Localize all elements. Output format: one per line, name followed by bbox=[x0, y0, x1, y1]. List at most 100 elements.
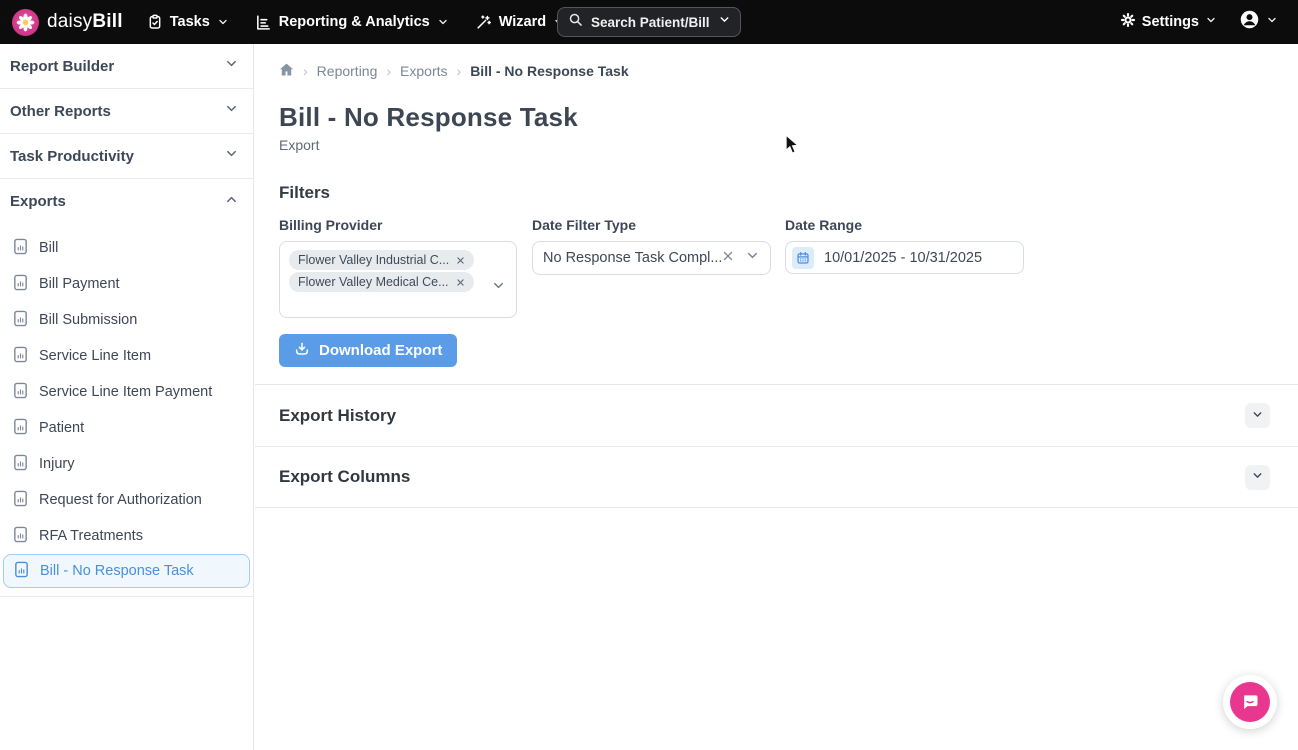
breadcrumb-current: Bill - No Response Task bbox=[470, 63, 628, 79]
remove-chip-icon[interactable] bbox=[456, 256, 465, 265]
section-label: Other Reports bbox=[10, 103, 111, 120]
sidebar-section-report-builder[interactable]: Report Builder bbox=[0, 44, 253, 89]
breadcrumb-separator: › bbox=[457, 63, 462, 79]
sidebar-item-label: Request for Authorization bbox=[39, 492, 202, 508]
home-icon[interactable] bbox=[279, 62, 294, 80]
document-chart-icon bbox=[13, 310, 28, 331]
nav-menu-wizard[interactable]: Wizard bbox=[475, 14, 565, 31]
sidebar-item-patient[interactable]: Patient bbox=[0, 410, 253, 446]
document-chart-icon bbox=[14, 561, 29, 582]
filters-row: Billing Provider Flower Valley Industria… bbox=[255, 203, 1298, 318]
sidebar-item-rfa-treatments[interactable]: RFA Treatments bbox=[0, 518, 253, 554]
section-label: Exports bbox=[10, 193, 66, 210]
sidebar-section-other-reports[interactable]: Other Reports bbox=[0, 89, 253, 134]
sidebar-section-exports[interactable]: Exports bbox=[0, 179, 253, 224]
sidebar-item-bill[interactable]: Bill bbox=[0, 230, 253, 266]
chevron-down-icon bbox=[718, 13, 731, 31]
gear-icon bbox=[1120, 12, 1136, 32]
export-columns-toggle-button[interactable] bbox=[1245, 465, 1270, 490]
settings-label: Settings bbox=[1142, 14, 1199, 30]
document-chart-icon bbox=[13, 490, 28, 511]
nav-menu-reporting-analytics[interactable]: Reporting & Analytics bbox=[255, 14, 449, 31]
sidebar-item-service-line-item-payment[interactable]: Service Line Item Payment bbox=[0, 374, 253, 410]
download-tray-icon bbox=[294, 341, 310, 361]
download-export-button[interactable]: Download Export bbox=[279, 334, 457, 367]
nav-menu-label: Wizard bbox=[499, 14, 546, 30]
remove-chip-icon[interactable] bbox=[456, 278, 465, 287]
sidebar-item-bill-no-response-task[interactable]: Bill - No Response Task bbox=[3, 554, 250, 588]
chip-label: Flower Valley Industrial C... bbox=[298, 253, 449, 267]
sidebar-item-service-line-item[interactable]: Service Line Item bbox=[0, 338, 253, 374]
billing-provider-multiselect[interactable]: Flower Valley Industrial C... Flower Val… bbox=[279, 241, 517, 318]
date-filter-type-value: No Response Task Compl... bbox=[543, 250, 722, 266]
page-subtitle: Export bbox=[255, 133, 1298, 153]
nav-menu-account[interactable] bbox=[1239, 9, 1278, 35]
chevron-down-icon bbox=[1251, 469, 1264, 485]
calendar-icon bbox=[792, 247, 814, 269]
sidebar-section-task-productivity[interactable]: Task Productivity bbox=[0, 134, 253, 179]
document-chart-icon bbox=[13, 454, 28, 475]
billing-provider-chip: Flower Valley Industrial C... bbox=[289, 250, 474, 270]
brand-name: daisyBill bbox=[47, 11, 123, 33]
chevron-up-icon bbox=[224, 192, 239, 212]
sidebar-item-bill-payment[interactable]: Bill Payment bbox=[0, 266, 253, 302]
chat-launcher-button[interactable] bbox=[1223, 675, 1277, 729]
sidebar-item-request-for-authorization[interactable]: Request for Authorization bbox=[0, 482, 253, 518]
filter-date-range: Date Range 10/01/2025 - 10/31/2025 bbox=[785, 217, 1023, 318]
global-search[interactable]: Search Patient/Bill bbox=[557, 7, 741, 37]
sidebar-item-label: Injury bbox=[39, 456, 74, 472]
sidebar-item-label: Bill Submission bbox=[39, 312, 137, 328]
document-chart-icon bbox=[13, 382, 28, 403]
filters-heading: Filters bbox=[255, 153, 1298, 203]
export-history-title: Export History bbox=[279, 406, 396, 426]
chat-bubble-icon bbox=[1230, 682, 1270, 722]
magic-wand-icon bbox=[475, 14, 492, 31]
search-icon bbox=[568, 12, 583, 32]
breadcrumb-separator: › bbox=[386, 63, 391, 79]
sidebar-item-label: Service Line Item bbox=[39, 348, 151, 364]
export-columns-section: Export Columns bbox=[255, 446, 1298, 508]
billing-provider-chip: Flower Valley Medical Ce... bbox=[289, 272, 474, 292]
filter-billing-provider: Billing Provider Flower Valley Industria… bbox=[279, 217, 517, 318]
breadcrumb-separator: › bbox=[303, 63, 308, 79]
breadcrumb-link-reporting[interactable]: Reporting bbox=[317, 63, 378, 79]
chevron-down-icon bbox=[1205, 14, 1217, 30]
brand-logo[interactable]: daisyBill bbox=[12, 9, 123, 36]
page-title: Bill - No Response Task bbox=[255, 80, 1298, 133]
breadcrumb-link-exports[interactable]: Exports bbox=[400, 63, 447, 79]
nav-menu-settings[interactable]: Settings bbox=[1120, 12, 1217, 32]
billing-provider-label: Billing Provider bbox=[279, 217, 517, 233]
document-chart-icon bbox=[13, 346, 28, 367]
main-content: › Reporting › Exports › Bill - No Respon… bbox=[255, 44, 1298, 750]
exports-list: Bill Bill Payment Bill Submission Servic… bbox=[0, 224, 253, 597]
section-label: Task Productivity bbox=[10, 148, 134, 165]
chevron-down-icon bbox=[1266, 13, 1278, 31]
nav-menu-label: Tasks bbox=[170, 14, 210, 30]
sidebar-item-injury[interactable]: Injury bbox=[0, 446, 253, 482]
sidebar-item-bill-submission[interactable]: Bill Submission bbox=[0, 302, 253, 338]
top-navbar: daisyBill Tasks bbox=[0, 0, 1298, 44]
export-history-toggle-button[interactable] bbox=[1245, 403, 1270, 428]
sidebar-item-label: Bill bbox=[39, 240, 58, 256]
sidebar-item-label: Bill - No Response Task bbox=[40, 563, 194, 579]
chevron-down-icon[interactable] bbox=[491, 278, 506, 298]
download-export-label: Download Export bbox=[319, 342, 442, 359]
app-window: daisyBill Tasks bbox=[0, 0, 1298, 750]
chevron-down-icon[interactable] bbox=[745, 248, 760, 268]
clear-selection-icon[interactable] bbox=[722, 249, 734, 267]
daisy-flower-icon bbox=[12, 9, 39, 36]
nav-menu-tasks[interactable]: Tasks bbox=[147, 14, 229, 30]
search-label: Search Patient/Bill bbox=[591, 15, 710, 30]
clipboard-check-icon bbox=[147, 14, 163, 30]
section-label: Report Builder bbox=[10, 58, 114, 75]
sidebar-item-label: Bill Payment bbox=[39, 276, 120, 292]
chevron-down-icon bbox=[437, 16, 449, 28]
document-chart-icon bbox=[13, 526, 28, 547]
chip-label: Flower Valley Medical Ce... bbox=[298, 275, 449, 289]
chevron-down-icon bbox=[224, 101, 239, 121]
nav-right-group: Settings bbox=[1120, 9, 1278, 35]
user-circle-icon bbox=[1239, 9, 1260, 35]
date-filter-type-select[interactable]: No Response Task Compl... bbox=[532, 241, 771, 275]
date-range-input[interactable]: 10/01/2025 - 10/31/2025 bbox=[785, 241, 1024, 274]
date-range-label: Date Range bbox=[785, 217, 1023, 233]
